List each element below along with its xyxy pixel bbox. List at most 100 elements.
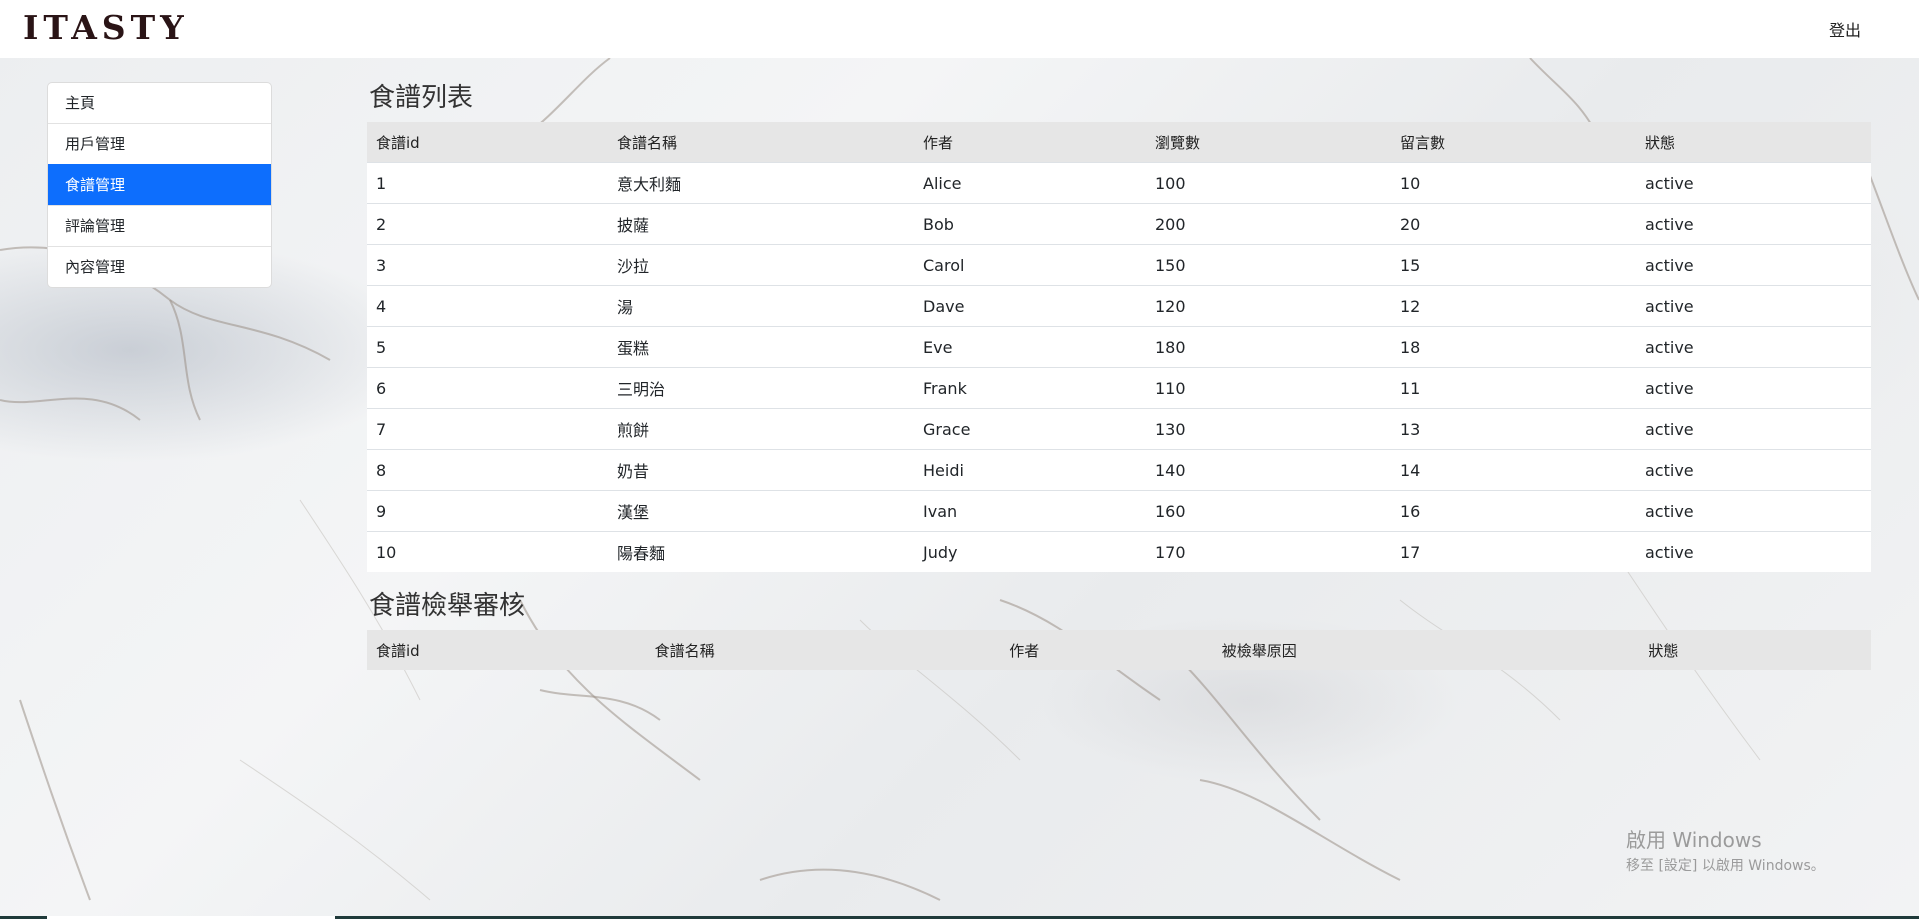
author-cell: Grace <box>914 408 1146 450</box>
comments-cell: 14 <box>1391 449 1636 491</box>
status-cell: active <box>1636 326 1871 368</box>
column-header: 食譜id <box>376 641 420 660</box>
views-cell: 140 <box>1146 449 1391 491</box>
table-row[interactable]: 5 蛋糕 Eve 180 18 active <box>367 326 1871 368</box>
column-header: 瀏覽數 <box>1155 133 1201 152</box>
column-header: 食譜id <box>376 133 420 152</box>
status-cell: active <box>1636 203 1871 245</box>
recipe-id-cell: 2 <box>367 203 608 245</box>
column-header: 留言數 <box>1400 133 1446 152</box>
table-row[interactable]: 3 沙拉 Carol 150 15 active <box>367 244 1871 286</box>
recipe-id-cell: 8 <box>367 449 608 491</box>
sidebar-item-comment-management[interactable]: 評論管理 <box>48 205 271 246</box>
recipe-name-cell: 煎餅 <box>608 408 914 450</box>
logout-link[interactable]: 登出 <box>1829 17 1861 41</box>
column-header: 狀態 <box>1648 641 1679 660</box>
recipe-report-table: 食譜id 食譜名稱 作者 被檢舉原因 狀態 <box>367 630 1871 670</box>
table-row[interactable]: 2 披薩 Bob 200 20 active <box>367 203 1871 245</box>
views-cell: 200 <box>1146 203 1391 245</box>
comments-cell: 11 <box>1391 367 1636 409</box>
recipe-list-title: 食譜列表 <box>369 83 474 113</box>
views-cell: 170 <box>1146 531 1391 572</box>
author-cell: Judy <box>914 531 1146 572</box>
status-cell: active <box>1636 449 1871 491</box>
recipe-name-cell: 蛋糕 <box>608 326 914 368</box>
recipe-table: 食譜id 食譜名稱 作者 瀏覽數 留言數 狀態 1 意大利麵 Alice 100 10 a… <box>367 122 1871 572</box>
column-header: 被檢舉原因 <box>1221 641 1297 660</box>
author-cell: Carol <box>914 244 1146 286</box>
table-row[interactable]: 9 漢堡 Ivan 160 16 active <box>367 490 1871 532</box>
table-row[interactable]: 7 煎餅 Grace 130 13 active <box>367 408 1871 450</box>
views-cell: 110 <box>1146 367 1391 409</box>
top-navbar: ITASTY 登出 <box>0 0 1919 58</box>
author-cell: Eve <box>914 326 1146 368</box>
recipe-report-title: 食譜檢舉審核 <box>369 591 526 621</box>
author-cell: Dave <box>914 285 1146 327</box>
column-header-spacer <box>1853 630 1871 670</box>
comments-cell: 17 <box>1391 531 1636 572</box>
status-cell: active <box>1636 490 1871 532</box>
recipe-id-cell: 4 <box>367 285 608 327</box>
status-cell: active <box>1636 162 1871 204</box>
views-cell: 120 <box>1146 285 1391 327</box>
views-cell: 150 <box>1146 244 1391 286</box>
main-content: 食譜列表 食譜id 食譜名稱 作者 瀏覽數 留言數 狀態 1 意大利麵 Alice 1… <box>367 80 1871 670</box>
recipe-name-cell: 披薩 <box>608 203 914 245</box>
status-cell: active <box>1636 408 1871 450</box>
views-cell: 130 <box>1146 408 1391 450</box>
watermark-subtitle: 移至 [設定] 以啟用 Windows。 <box>1626 858 1825 874</box>
comments-cell: 15 <box>1391 244 1636 286</box>
column-header: 作者 <box>1009 641 1040 660</box>
author-cell: Heidi <box>914 449 1146 491</box>
table-row[interactable]: 1 意大利麵 Alice 100 10 active <box>367 162 1871 204</box>
recipe-id-cell: 10 <box>367 531 608 572</box>
sidebar-item-user-management[interactable]: 用戶管理 <box>48 123 271 164</box>
watermark-title: 啟用 Windows <box>1626 828 1762 852</box>
recipe-id-cell: 1 <box>367 162 608 204</box>
author-cell: Alice <box>914 162 1146 204</box>
recipe-id-cell: 7 <box>367 408 608 450</box>
comments-cell: 18 <box>1391 326 1636 368</box>
recipe-name-cell: 意大利麵 <box>608 162 914 204</box>
column-header: 狀態 <box>1645 133 1676 152</box>
column-header: 作者 <box>923 133 954 152</box>
recipe-name-cell: 湯 <box>608 285 914 327</box>
author-cell: Bob <box>914 203 1146 245</box>
table-header-row: 食譜id 食譜名稱 作者 瀏覽數 留言數 狀態 <box>367 122 1871 163</box>
status-cell: active <box>1636 244 1871 286</box>
recipe-id-cell: 6 <box>367 367 608 409</box>
table-header-row: 食譜id 食譜名稱 作者 被檢舉原因 狀態 <box>367 630 1871 670</box>
views-cell: 100 <box>1146 162 1391 204</box>
recipe-name-cell: 奶昔 <box>608 449 914 491</box>
recipe-id-cell: 3 <box>367 244 608 286</box>
recipe-id-cell: 5 <box>367 326 608 368</box>
comments-cell: 12 <box>1391 285 1636 327</box>
author-cell: Frank <box>914 367 1146 409</box>
comments-cell: 20 <box>1391 203 1636 245</box>
recipe-name-cell: 漢堡 <box>608 490 914 532</box>
table-row[interactable]: 4 湯 Dave 120 12 active <box>367 285 1871 327</box>
table-row[interactable]: 6 三明治 Frank 110 11 active <box>367 367 1871 409</box>
sidebar-item-content-management[interactable]: 內容管理 <box>48 246 271 287</box>
windows-activation-watermark: 啟用 Windows 移至 [設定] 以啟用 Windows。 <box>1626 824 1825 875</box>
column-header: 食譜名稱 <box>654 641 715 660</box>
views-cell: 180 <box>1146 326 1391 368</box>
recipe-name-cell: 陽春麵 <box>608 531 914 572</box>
sidebar-menu: 主頁 用戶管理 食譜管理 評論管理 內容管理 <box>47 82 272 288</box>
comments-cell: 13 <box>1391 408 1636 450</box>
table-row[interactable]: 8 奶昔 Heidi 140 14 active <box>367 449 1871 491</box>
column-header: 食譜名稱 <box>617 133 678 152</box>
status-cell: active <box>1636 367 1871 409</box>
comments-cell: 16 <box>1391 490 1636 532</box>
sidebar-item-recipe-management[interactable]: 食譜管理 <box>48 164 271 205</box>
status-cell: active <box>1636 285 1871 327</box>
comments-cell: 10 <box>1391 162 1636 204</box>
recipe-name-cell: 三明治 <box>608 367 914 409</box>
author-cell: Ivan <box>914 490 1146 532</box>
recipe-id-cell: 9 <box>367 490 608 532</box>
brand-logo[interactable]: ITASTY <box>23 8 189 47</box>
table-row[interactable]: 10 陽春麵 Judy 170 17 active <box>367 531 1871 572</box>
status-cell: active <box>1636 531 1871 572</box>
views-cell: 160 <box>1146 490 1391 532</box>
sidebar-item-home[interactable]: 主頁 <box>48 83 271 123</box>
